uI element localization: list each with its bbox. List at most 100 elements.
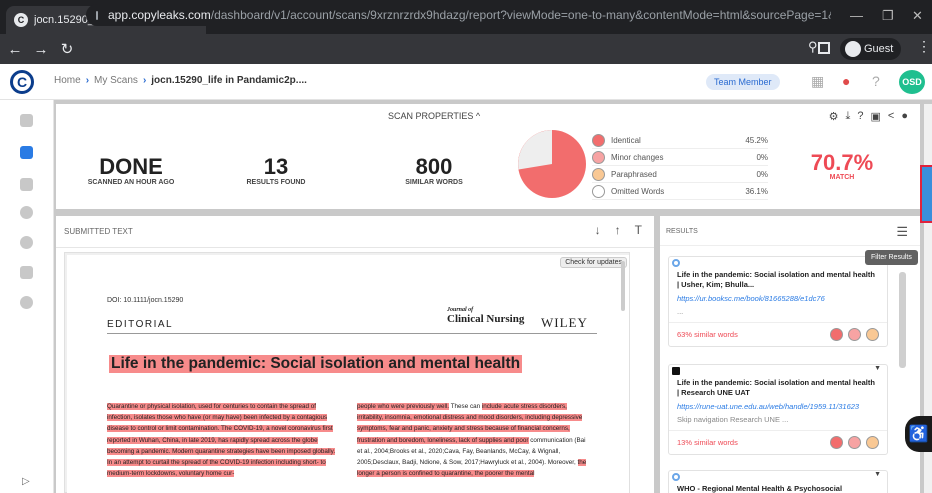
similar-value: 800 <box>415 154 453 179</box>
caret-down-icon[interactable]: ▼ <box>874 365 881 372</box>
breadcrumb-current: jocn.15290_life in Pandamic2p.... <box>151 75 307 86</box>
caret-down-icon[interactable]: ▼ <box>874 471 881 478</box>
match-legend: Identical 45.2% Minor changes 0% Paraphr… <box>592 132 768 200</box>
result-url[interactable]: https://rune-uat.une.edu.au/web/handle/1… <box>677 402 879 411</box>
result-card[interactable]: ▼ Life in the pandemic: Social isolation… <box>668 256 888 347</box>
paraphrased-dot-icon <box>592 167 605 181</box>
settings-icon[interactable]: ⚙ <box>829 110 839 123</box>
folder-icon[interactable] <box>20 146 33 159</box>
accessibility-icon[interactable]: ♿ <box>905 416 932 452</box>
address-bar: ← → ↻ <box>0 34 932 64</box>
file-icon[interactable]: ▣ <box>871 110 881 123</box>
copyleaks-logo[interactable]: C <box>10 70 34 94</box>
share-icon[interactable]: < <box>888 110 894 123</box>
minor-dot-icon <box>592 150 605 164</box>
text-column-right: people who were previously well. These c… <box>357 403 587 478</box>
result-footer: 13% similar words <box>669 430 887 454</box>
similar-words-count: 13% similar words <box>677 438 738 447</box>
breadcrumb-separator-icon: › <box>142 75 147 86</box>
results-label: RESULTS FOUND <box>246 179 306 186</box>
lock-icon <box>96 10 98 20</box>
text-mode-icon[interactable]: T <box>635 223 642 237</box>
results-panel: RESULTS ☰ Filter Results ▼ Life in the p… <box>660 216 920 493</box>
result-title[interactable]: Life in the pandemic: Social isolation a… <box>677 270 879 290</box>
help-circle-icon[interactable]: ? <box>857 110 863 123</box>
article-heading: Life in the pandemic: Social isolation a… <box>109 355 523 373</box>
reload-icon[interactable]: ↻ <box>56 40 78 58</box>
back-icon[interactable]: ← <box>4 41 26 58</box>
pie-remaining <box>518 130 552 170</box>
document-viewer[interactable]: Check for updates DOI: 10.1111/jocn.1529… <box>64 252 630 493</box>
team-member-badge: Team Member <box>706 74 780 90</box>
scan-properties-toggle[interactable]: SCAN PROPERTIES ^ <box>388 111 480 121</box>
text-column-left: Quarantine or physical isolation, used f… <box>107 401 339 479</box>
profile-button[interactable]: Guest <box>818 38 902 60</box>
document-icon[interactable] <box>20 114 33 127</box>
highlighted-text[interactable]: Quarantine or physical isolation, used f… <box>107 403 336 478</box>
result-url[interactable]: https://ur.booksc.me/book/81665288/e1dc7… <box>677 294 879 303</box>
app-header: C Home › My Scans › jocn.15290_life in P… <box>0 64 932 100</box>
compass-icon[interactable] <box>20 296 33 309</box>
breadcrumb-separator-icon: › <box>85 75 90 86</box>
match-pie-chart <box>518 130 586 198</box>
journal-name: Journal of Clinical Nursing <box>447 307 525 325</box>
forward-icon[interactable]: → <box>30 41 52 58</box>
result-snippet: Skip navigation Research UNE ... <box>677 415 789 424</box>
notifications-icon[interactable]: ● <box>842 73 850 89</box>
omitted-dot-icon <box>592 184 605 198</box>
url-path: /dashboard/v1/account/scans/9xrznrzrdx9h… <box>210 8 831 22</box>
expand-sidebar-icon[interactable]: ▷ <box>22 476 30 487</box>
tab-search-icon[interactable] <box>818 42 830 54</box>
submitted-toolbar: ↓ ↑ T <box>595 223 642 237</box>
match-value: 70.7% <box>810 150 874 175</box>
document-scrollbar[interactable] <box>621 261 625 311</box>
legend-paraphrased[interactable]: Paraphrased 0% <box>592 166 768 183</box>
legend-identical[interactable]: Identical 45.2% <box>592 132 768 149</box>
submitted-header: SUBMITTED TEXT ↓ ↑ T <box>56 216 654 248</box>
highlighted-text[interactable]: people who were previously well. <box>357 403 450 410</box>
filter-icon[interactable]: ☰ <box>896 224 908 240</box>
arrow-down-icon[interactable]: ↓ <box>595 223 601 237</box>
help-icon[interactable]: ? <box>872 73 880 89</box>
result-card[interactable]: ▼ Life in the pandemic: Social isolation… <box>668 364 888 455</box>
scan-status: DONE SCANNED AN HOUR AGO <box>86 154 176 187</box>
book-icon[interactable] <box>20 266 33 279</box>
arrow-up-icon[interactable]: ↑ <box>615 223 621 237</box>
shield-icon[interactable] <box>20 236 33 249</box>
results-value: 13 <box>263 154 289 179</box>
breadcrumb-my-scans[interactable]: My Scans <box>94 75 138 86</box>
minor-circle-icon <box>848 436 861 449</box>
legend-minor-changes[interactable]: Minor changes 0% <box>592 149 768 166</box>
history-icon[interactable] <box>20 206 33 219</box>
breadcrumb-home[interactable]: Home <box>54 75 81 86</box>
result-title[interactable]: WHO - Regional Mental Health & Psychosoc… <box>677 484 879 493</box>
breadcrumb: Home › My Scans › jocn.15290_life in Pan… <box>54 75 307 86</box>
scan-properties-panel: SCAN PROPERTIES ^ ⚙ ⤓ ? ▣ < ● DONE SCANN… <box>56 104 920 209</box>
results-scrollbar[interactable] <box>899 272 906 368</box>
download-icon[interactable]: ⤓ <box>846 110 851 123</box>
result-snippet: ... <box>677 307 684 316</box>
reports-icon[interactable] <box>20 178 33 191</box>
check-for-updates-button[interactable]: Check for updates <box>560 257 627 268</box>
filter-tooltip: Filter Results <box>865 250 918 265</box>
status-value: DONE <box>99 154 163 179</box>
legend-omitted-words[interactable]: Omitted Words 36.1% <box>592 183 768 200</box>
minimize-icon[interactable]: — <box>850 8 863 23</box>
close-window-icon[interactable]: ✕ <box>912 8 923 24</box>
identical-circle-icon <box>830 436 843 449</box>
restore-icon[interactable]: ❐ <box>882 8 894 24</box>
url-input[interactable]: app.copyleaks.com /dashboard/v1/account/… <box>86 4 831 26</box>
result-title[interactable]: Life in the pandemic: Social isolation a… <box>677 378 879 398</box>
result-footer: 63% similar words <box>669 322 887 346</box>
results-title: RESULTS <box>666 228 698 235</box>
identical-circle-icon <box>830 328 843 341</box>
similar-words: 800 SIMILAR WORDS <box>384 154 484 187</box>
browser-menu-icon[interactable]: ⋮ <box>917 38 931 55</box>
zoom-icon[interactable]: ⚲ <box>808 39 818 55</box>
apps-grid-icon[interactable]: ▦ <box>811 73 824 90</box>
info-icon[interactable]: ● <box>901 110 908 123</box>
source-icon <box>672 367 680 375</box>
result-card[interactable]: ▼ WHO - Regional Mental Health & Psychos… <box>668 470 888 493</box>
paraphrased-circle-icon <box>866 328 879 341</box>
user-avatar[interactable]: OSD <box>899 70 925 94</box>
